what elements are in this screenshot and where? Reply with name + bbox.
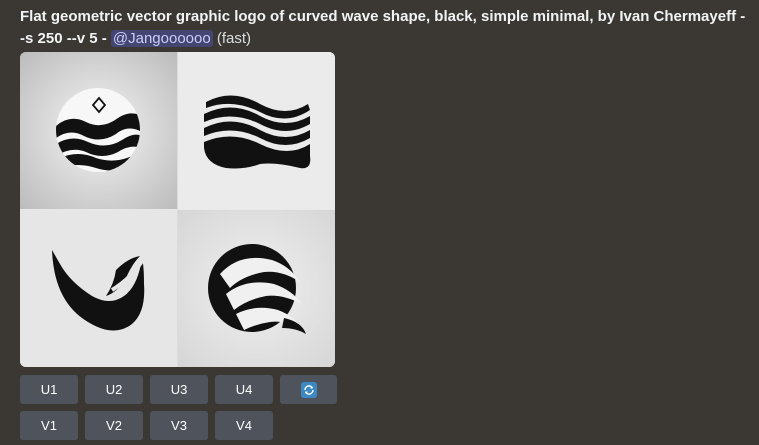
user-mention[interactable]: @Jangoooooo — [110, 30, 213, 47]
prompt-text: Flat geometric vector graphic logo of cu… — [20, 6, 750, 50]
u3-button[interactable]: U3 — [150, 375, 208, 404]
wave-circle-logo — [20, 52, 177, 209]
upscale-row: U1 U2 U3 U4 — [20, 375, 337, 404]
v4-button[interactable]: V4 — [215, 411, 273, 440]
u4-button[interactable]: U4 — [215, 375, 273, 404]
u1-button[interactable]: U1 — [20, 375, 78, 404]
v1-button[interactable]: V1 — [20, 411, 78, 440]
wave-stripes-logo — [178, 52, 335, 209]
reroll-button[interactable] — [280, 375, 337, 404]
u2-button[interactable]: U2 — [85, 375, 143, 404]
speed-label: (fast) — [216, 30, 252, 47]
variation-row: V1 V2 V3 V4 — [20, 411, 273, 440]
image-grid[interactable] — [20, 52, 335, 367]
message: Flat geometric vector graphic logo of cu… — [20, 6, 750, 50]
wave-u-logo — [20, 210, 177, 367]
v2-button[interactable]: V2 — [85, 411, 143, 440]
v3-button[interactable]: V3 — [150, 411, 208, 440]
separator: - — [97, 30, 111, 47]
refresh-icon — [300, 381, 317, 398]
wave-swirl-logo — [178, 210, 335, 367]
